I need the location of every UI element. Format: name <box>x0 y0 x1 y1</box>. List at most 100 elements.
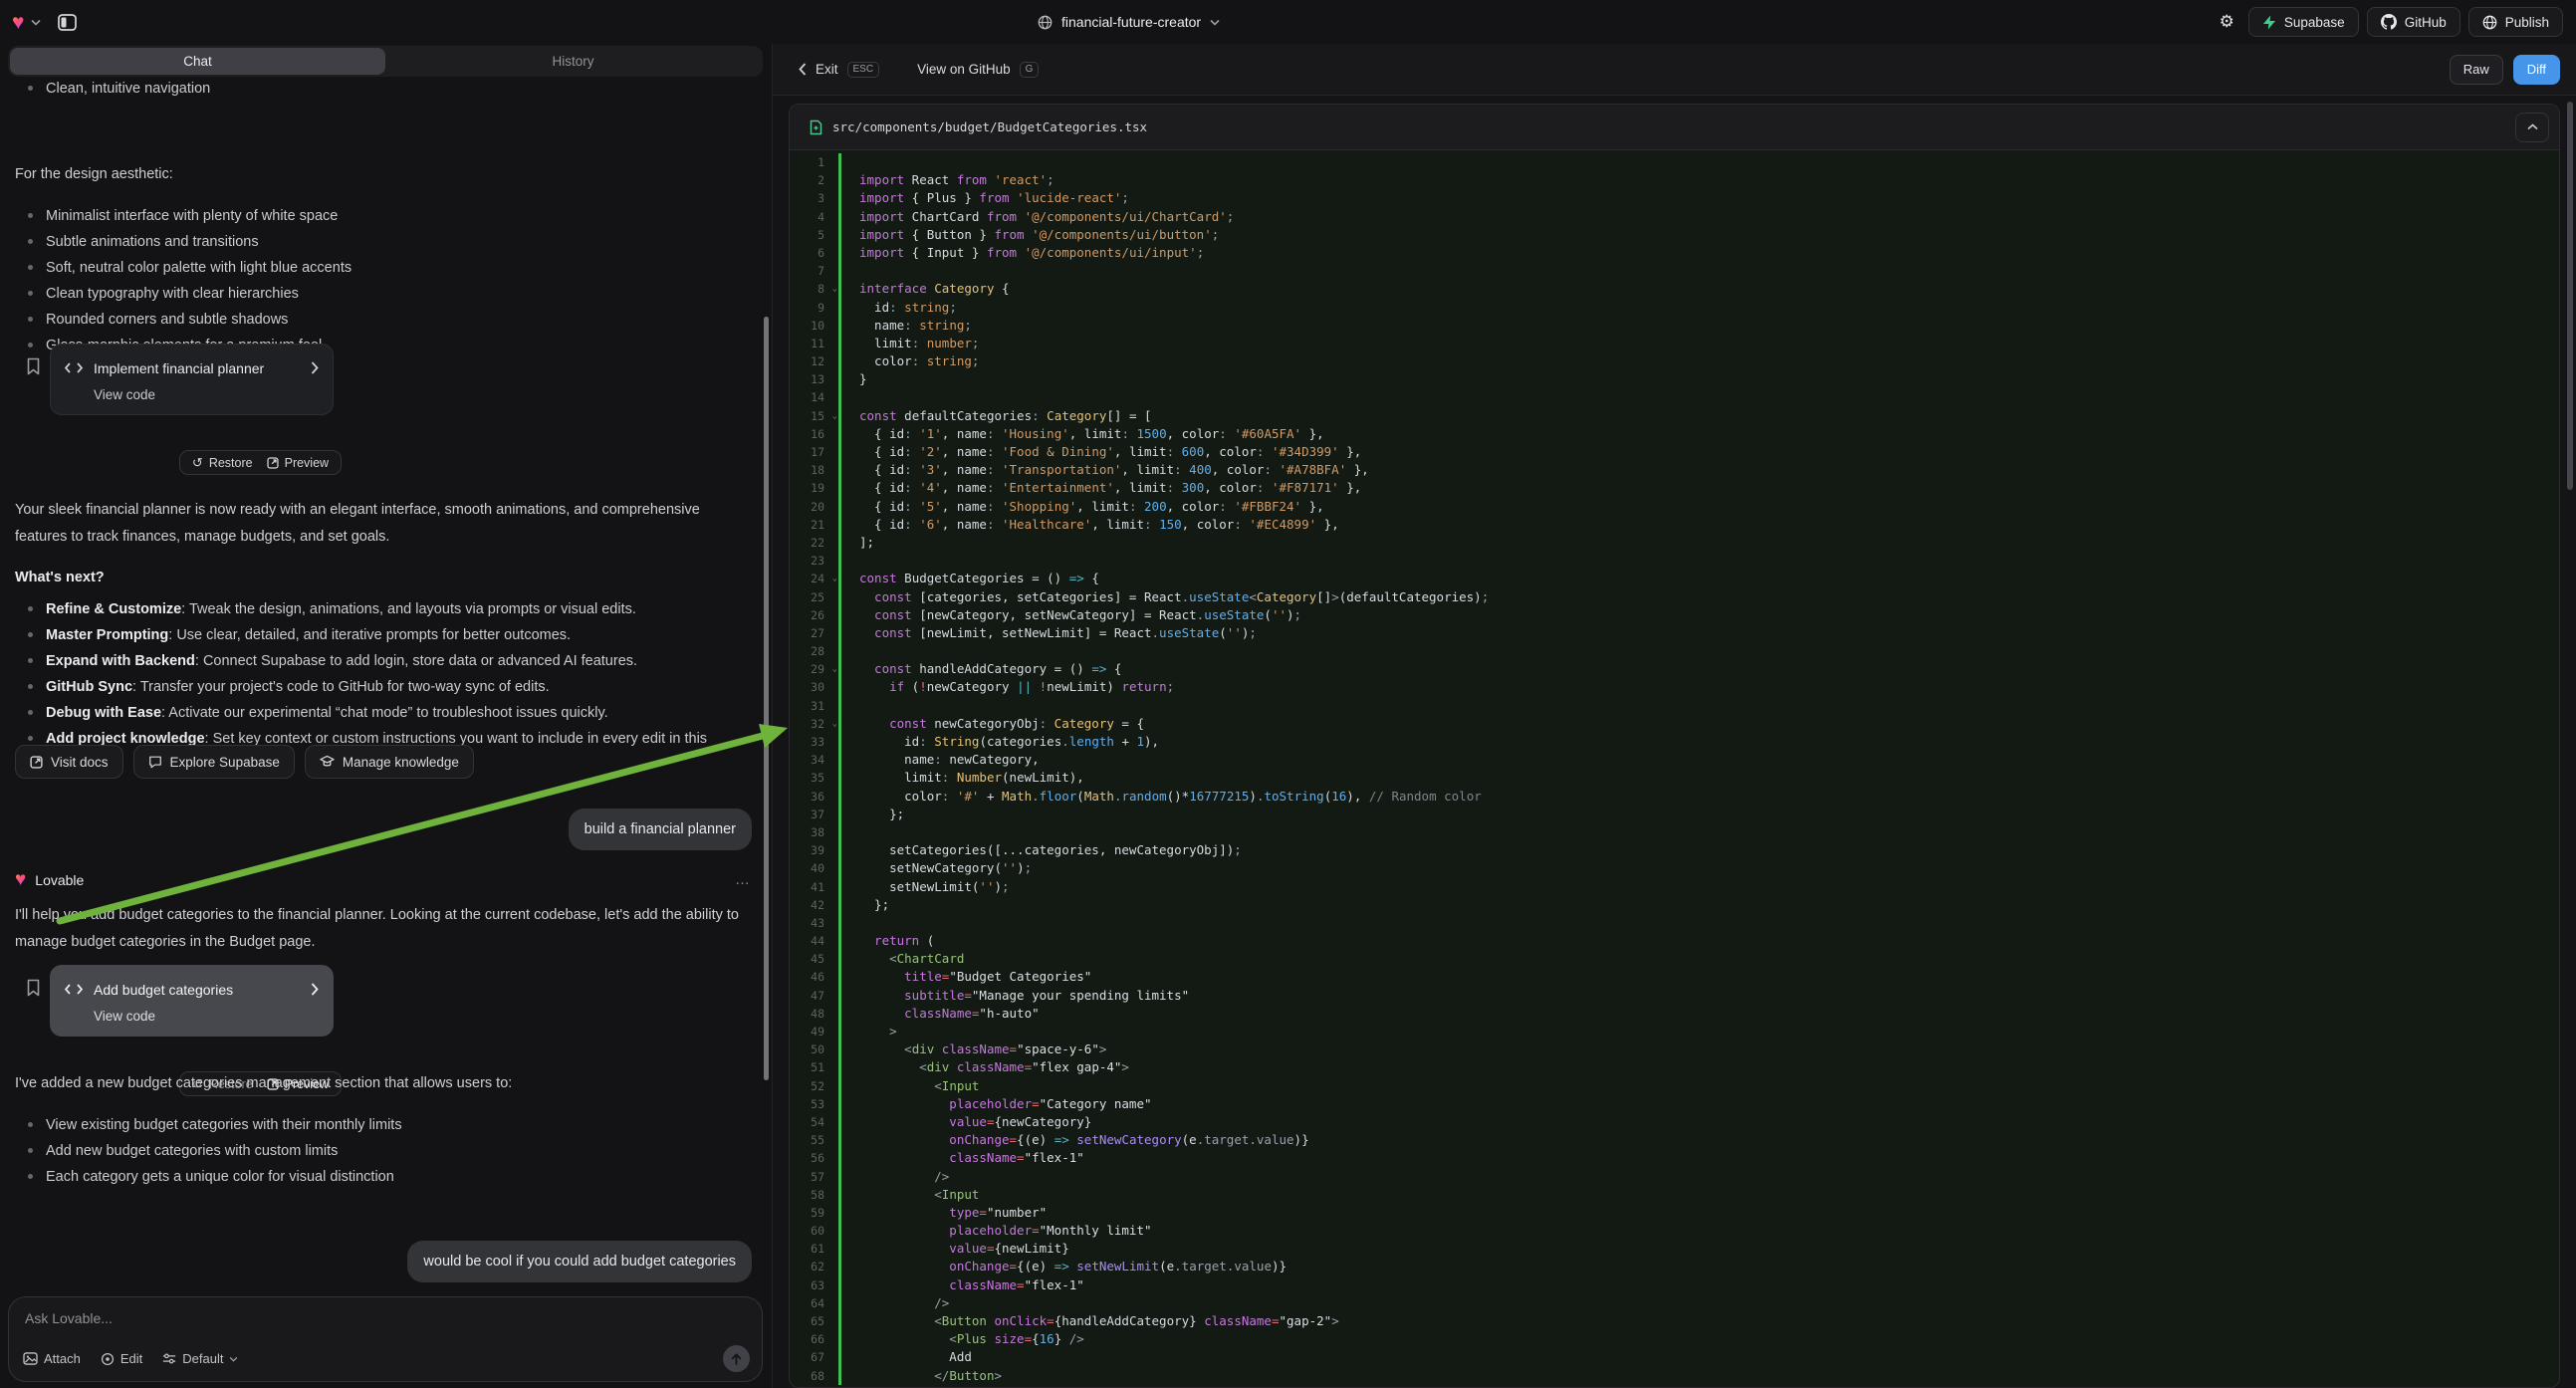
code-line: 6import { Input } from '@/components/ui/… <box>790 244 2559 262</box>
code-line: 29⌄ const handleAddCategory = () => { <box>790 660 2559 678</box>
mode-selector[interactable]: Default <box>162 1351 238 1366</box>
code-line: 16 { id: '1', name: 'Housing', limit: 15… <box>790 425 2559 443</box>
edit-button[interactable]: Edit <box>101 1351 142 1366</box>
sidebar-toggle-icon[interactable] <box>58 14 77 31</box>
code-icon <box>65 984 83 995</box>
code-line: 8⌄interface Category { <box>790 280 2559 298</box>
image-icon <box>23 1352 38 1365</box>
attach-button[interactable]: Attach <box>23 1351 81 1366</box>
code-line: 12 color: string; <box>790 352 2559 370</box>
code-line: 59 type="number" <box>790 1204 2559 1222</box>
version-card-title: Implement financial planner <box>94 360 300 376</box>
code-line: 9 id: string; <box>790 299 2559 317</box>
code-line: 66 <Plus size={16} /> <box>790 1330 2559 1348</box>
chat-history-tabs: Chat History <box>8 46 763 77</box>
code-line: 42 }; <box>790 896 2559 914</box>
send-button[interactable] <box>723 1345 750 1372</box>
publish-button[interactable]: Publish <box>2468 7 2563 37</box>
version-card-1-wrap: Implement financial planner View code ↺R… <box>0 344 358 483</box>
code-line: 22]; <box>790 534 2559 552</box>
project-switcher[interactable]: financial-future-creator <box>1038 0 1220 44</box>
message-menu-icon[interactable]: … <box>735 871 752 888</box>
list-item: Debug with Ease: Activate our experiment… <box>15 700 746 726</box>
code-line: 50 <div className="space-y-6"> <box>790 1041 2559 1058</box>
code-line: 62 onChange={(e) => setNewLimit(e.target… <box>790 1258 2559 1275</box>
code-panel: Exit ESC View on GitHub G Raw Diff src/c… <box>773 44 2576 1388</box>
intro-bullet-list: Clean, intuitive navigation <box>15 76 746 102</box>
g-badge: G <box>1020 62 1040 78</box>
code-line: 67 Add <box>790 1348 2559 1366</box>
added-paragraph: I've added a new budget categories manag… <box>15 1070 746 1097</box>
manage-knowledge-button[interactable]: Manage knowledge <box>305 745 474 779</box>
code-line: 34 name: newCategory, <box>790 751 2559 769</box>
tab-history[interactable]: History <box>385 48 761 75</box>
supabase-button[interactable]: Supabase <box>2248 7 2359 37</box>
code-line: 26 const [newCategory, setNewCategory] =… <box>790 606 2559 624</box>
chat-input[interactable] <box>25 1310 746 1326</box>
added-bullet-list: View existing budget categories with the… <box>15 1112 746 1190</box>
code-line: 38 <box>790 823 2559 841</box>
explore-supabase-button[interactable]: Explore Supabase <box>133 745 295 779</box>
code-line: 45 <ChartCard <box>790 950 2559 968</box>
list-item: Soft, neutral color palette with light b… <box>15 255 746 281</box>
github-button[interactable]: GitHub <box>2367 7 2460 37</box>
code-line: 35 limit: Number(newLimit), <box>790 769 2559 787</box>
code-toolbar: Exit ESC View on GitHub G Raw Diff <box>773 44 2576 96</box>
version-card-add-budget-categories[interactable]: Add budget categories View code <box>50 965 334 1037</box>
list-item: Refine & Customize: Tweak the design, an… <box>15 596 746 622</box>
chat-scrollbar[interactable] <box>764 317 769 1080</box>
top-bar: ♥ financial-future-creator ⚙ Supabase Gi… <box>0 0 2576 44</box>
code-line: 7 <box>790 262 2559 280</box>
code-scrollbar[interactable] <box>2567 102 2573 490</box>
github-icon <box>2381 14 2397 30</box>
collapse-file-button[interactable] <box>2515 113 2549 142</box>
list-item: Rounded corners and subtle shadows <box>15 307 746 333</box>
code-lines: 12import React from 'react';3import { Pl… <box>790 150 2559 1385</box>
code-line: 19 { id: '4', name: 'Entertainment', lim… <box>790 479 2559 497</box>
view-code-link[interactable]: View code <box>65 1003 319 1030</box>
code-line: 10 name: string; <box>790 317 2559 335</box>
restore-preview-pill: ↺Restore Preview <box>179 450 342 475</box>
settings-button[interactable]: ⚙ <box>2214 7 2240 37</box>
view-on-github-button[interactable]: View on GitHub G <box>917 62 1039 78</box>
code-line: 18 { id: '3', name: 'Transportation', li… <box>790 461 2559 479</box>
code-line: 5import { Button } from '@/components/ui… <box>790 226 2559 244</box>
project-name: financial-future-creator <box>1061 14 1201 30</box>
design-bullet-list: Minimalist interface with plenty of whit… <box>15 203 746 358</box>
view-code-link[interactable]: View code <box>65 381 319 408</box>
code-line: 20 { id: '5', name: 'Shopping', limit: 2… <box>790 498 2559 516</box>
external-link-icon <box>30 756 43 769</box>
code-line: 1 <box>790 153 2559 171</box>
diff-toggle-button[interactable]: Diff <box>2513 55 2560 85</box>
code-line: 48 className="h-auto" <box>790 1005 2559 1023</box>
code-line: 36 color: '#' + Math.floor(Math.random()… <box>790 788 2559 806</box>
code-line: 14 <box>790 388 2559 406</box>
list-item: Minimalist interface with plenty of whit… <box>15 203 746 229</box>
visit-docs-button[interactable]: Visit docs <box>15 745 123 779</box>
chevron-down-icon[interactable] <box>31 19 41 26</box>
list-item: Clean typography with clear hierarchies <box>15 281 746 307</box>
chat-action-buttons: Visit docs Explore Supabase Manage knowl… <box>15 745 474 779</box>
code-line: 39 setCategories([...categories, newCate… <box>790 841 2559 859</box>
code-line: 54 value={newCategory} <box>790 1113 2559 1131</box>
chat-panel: Chat History Clean, intuitive navigation… <box>0 44 773 1388</box>
code-line: 57 /> <box>790 1168 2559 1186</box>
lovable-logo-icon[interactable]: ♥ <box>12 12 24 33</box>
version-card-implement-financial-planner[interactable]: Implement financial planner View code <box>50 344 334 415</box>
code-line: 61 value={newLimit} <box>790 1240 2559 1258</box>
file-added-icon <box>810 119 822 135</box>
raw-toggle-button[interactable]: Raw <box>2450 55 2503 85</box>
lovable-heart-icon: ♥ <box>15 870 26 889</box>
file-header[interactable]: src/components/budget/BudgetCategories.t… <box>790 105 2559 150</box>
assistant-header: ♥ Lovable … <box>15 870 752 889</box>
restore-button[interactable]: ↺Restore <box>192 456 253 470</box>
code-line: 15⌄const defaultCategories: Category[] =… <box>790 407 2559 425</box>
supabase-icon <box>2262 15 2276 30</box>
tab-chat[interactable]: Chat <box>10 48 385 75</box>
bookmark-icon[interactable] <box>26 357 41 375</box>
preview-button[interactable]: Preview <box>267 456 329 470</box>
file-path: src/components/budget/BudgetCategories.t… <box>832 119 2505 134</box>
assistant-intro-paragraph: I'll help you add budget categories to t… <box>15 902 746 956</box>
exit-button[interactable]: Exit ESC <box>799 62 879 78</box>
bookmark-icon[interactable] <box>26 979 41 997</box>
